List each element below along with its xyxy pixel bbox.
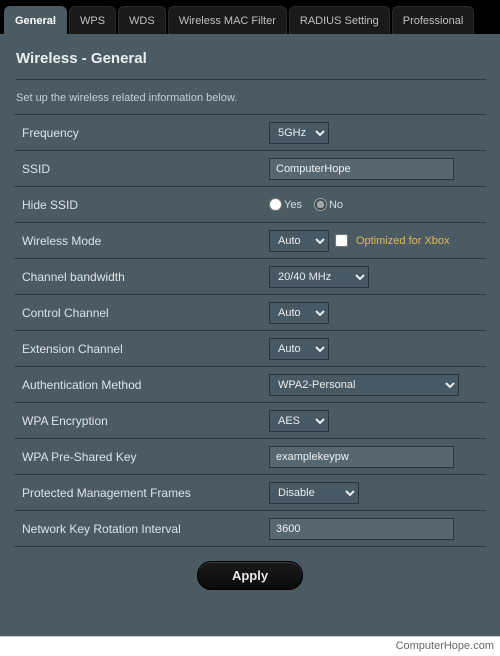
key-rotation-input[interactable] <box>269 518 454 540</box>
tab-wds[interactable]: WDS <box>118 6 166 34</box>
tab-radius[interactable]: RADIUS Setting <box>289 6 390 34</box>
label-wireless-mode: Wireless Mode <box>14 234 269 248</box>
row-auth-method: Authentication Method WPA2-Personal <box>14 367 486 403</box>
row-pmf: Protected Management Frames Disable <box>14 475 486 511</box>
yes-text: Yes <box>284 199 302 211</box>
label-pmf: Protected Management Frames <box>14 486 269 500</box>
ssid-input[interactable] <box>269 158 454 180</box>
pmf-select[interactable]: Disable <box>269 482 359 504</box>
frequency-select[interactable]: 5GHz <box>269 122 329 144</box>
label-ssid: SSID <box>14 162 269 176</box>
settings-form: Frequency 5GHz SSID Hide SSID <box>14 114 486 547</box>
row-key-rotation: Network Key Rotation Interval <box>14 511 486 547</box>
xbox-label: Optimized for Xbox <box>356 235 450 247</box>
tab-wps[interactable]: WPS <box>69 6 116 34</box>
tab-mac-filter[interactable]: Wireless MAC Filter <box>168 6 287 34</box>
xbox-checkbox[interactable] <box>335 234 348 247</box>
wireless-mode-select[interactable]: Auto <box>269 230 329 252</box>
label-wpa-psk: WPA Pre-Shared Key <box>14 450 269 464</box>
row-channel-bandwidth: Channel bandwidth 20/40 MHz <box>14 259 486 295</box>
label-extension-channel: Extension Channel <box>14 342 269 356</box>
hide-ssid-no-radio[interactable] <box>314 198 327 211</box>
label-hide-ssid: Hide SSID <box>14 198 269 212</box>
tab-bar: General WPS WDS Wireless MAC Filter RADI… <box>0 0 500 34</box>
label-auth-method: Authentication Method <box>14 378 269 392</box>
row-frequency: Frequency 5GHz <box>14 115 486 151</box>
hide-ssid-yes-label[interactable]: Yes <box>269 198 302 211</box>
no-text: No <box>329 199 343 211</box>
label-control-channel: Control Channel <box>14 306 269 320</box>
control-channel-select[interactable]: Auto <box>269 302 329 324</box>
tab-professional[interactable]: Professional <box>392 6 475 34</box>
hide-ssid-yes-radio[interactable] <box>269 198 282 211</box>
wpa-encryption-select[interactable]: AES <box>269 410 329 432</box>
instruction-text: Set up the wireless related information … <box>16 79 486 104</box>
channel-bandwidth-select[interactable]: 20/40 MHz <box>269 266 369 288</box>
page-title: Wireless - General <box>16 50 486 67</box>
label-key-rotation: Network Key Rotation Interval <box>14 522 269 536</box>
hide-ssid-no-label[interactable]: No <box>314 198 343 211</box>
row-ssid: SSID <box>14 151 486 187</box>
row-hide-ssid: Hide SSID Yes No <box>14 187 486 223</box>
wireless-settings-panel: General WPS WDS Wireless MAC Filter RADI… <box>0 0 500 636</box>
wpa-psk-input[interactable] <box>269 446 454 468</box>
row-control-channel: Control Channel Auto <box>14 295 486 331</box>
actions-bar: Apply <box>14 547 486 596</box>
label-channel-bandwidth: Channel bandwidth <box>14 270 269 284</box>
row-wpa-encryption: WPA Encryption AES <box>14 403 486 439</box>
label-frequency: Frequency <box>14 126 269 140</box>
extension-channel-select[interactable]: Auto <box>269 338 329 360</box>
row-extension-channel: Extension Channel Auto <box>14 331 486 367</box>
row-wireless-mode: Wireless Mode Auto Optimized for Xbox <box>14 223 486 259</box>
footer-attribution: ComputerHope.com <box>0 636 500 656</box>
row-wpa-psk: WPA Pre-Shared Key <box>14 439 486 475</box>
label-wpa-encryption: WPA Encryption <box>14 414 269 428</box>
auth-method-select[interactable]: WPA2-Personal <box>269 374 459 396</box>
apply-button[interactable]: Apply <box>197 561 303 590</box>
content-area: Wireless - General Set up the wireless r… <box>0 34 500 604</box>
tab-general[interactable]: General <box>4 6 67 34</box>
